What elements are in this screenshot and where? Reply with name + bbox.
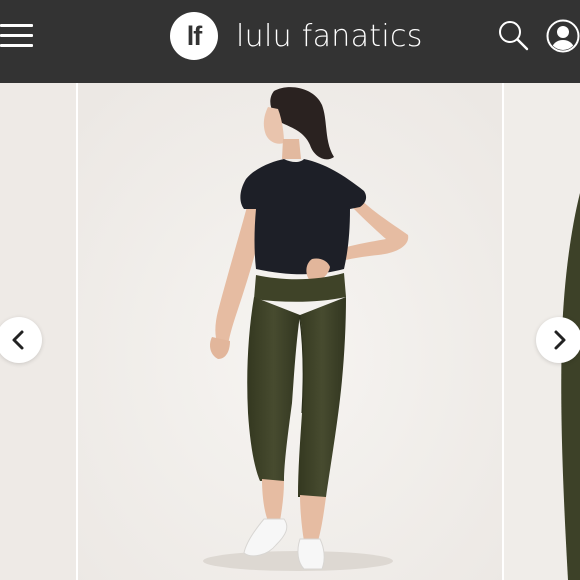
hamburger-menu-icon-line xyxy=(0,34,33,37)
user-account-icon xyxy=(546,19,580,53)
current-slide[interactable] xyxy=(78,83,502,580)
search-icon xyxy=(499,21,529,51)
chevron-right-icon xyxy=(554,330,566,350)
menu-button[interactable] xyxy=(0,24,34,50)
product-photo xyxy=(78,83,502,580)
next-image-button[interactable] xyxy=(536,317,580,363)
logo-text: lf xyxy=(186,20,202,51)
hamburger-menu-icon-line xyxy=(0,44,33,47)
account-button[interactable] xyxy=(546,19,580,53)
product-image-carousel[interactable] xyxy=(0,83,580,580)
brand-logo: lf xyxy=(170,12,218,60)
top-header: lf lulu fanatics xyxy=(0,0,580,83)
search-button[interactable] xyxy=(497,19,529,51)
chevron-left-icon xyxy=(12,330,24,350)
brand-home-link[interactable]: lf lulu fanatics xyxy=(170,12,423,60)
brand-name: lulu fanatics xyxy=(236,18,423,54)
hamburger-menu-icon xyxy=(0,24,33,27)
